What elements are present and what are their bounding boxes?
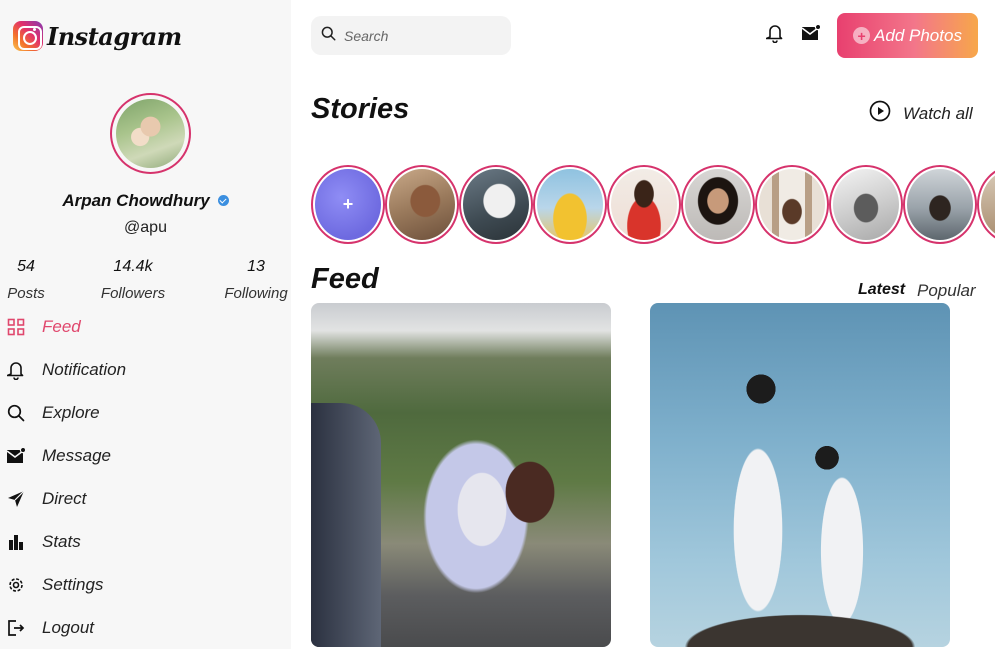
bell-icon: [6, 360, 26, 380]
stories-strip: +: [311, 165, 995, 244]
story-item[interactable]: [829, 165, 903, 244]
nav-item-label: Message: [42, 446, 111, 465]
play-circle-icon: [869, 100, 891, 127]
logout-icon: [6, 618, 26, 638]
nav-item-direct[interactable]: Direct: [6, 487, 86, 511]
post-image-detail: [311, 403, 381, 647]
send-icon: [6, 489, 26, 509]
messages-button[interactable]: [800, 23, 822, 47]
nav-item-feed[interactable]: Feed: [6, 315, 81, 339]
instagram-logo-icon: [13, 21, 43, 51]
story-thumbnail: [611, 169, 677, 240]
search-icon: [6, 403, 26, 423]
profile-handle: @apu: [124, 219, 167, 236]
nav-item-label: Feed: [42, 317, 81, 336]
nav-item-label: Explore: [42, 403, 100, 422]
story-thumbnail: [907, 169, 973, 240]
story-item[interactable]: [533, 165, 607, 244]
story-thumbnail: [981, 169, 995, 240]
story-item[interactable]: [607, 165, 681, 244]
stat-following[interactable]: 13 Following: [219, 258, 293, 302]
story-item[interactable]: [903, 165, 977, 244]
mail-icon: [801, 23, 822, 47]
nav-item-settings[interactable]: Settings: [6, 573, 103, 597]
search-icon: [321, 26, 336, 46]
add-photos-button[interactable]: + Add Photos: [837, 13, 978, 58]
stat-posts: 54 Posts: [5, 258, 47, 302]
sidebar: Instagram Arpan Chowdhury @apu 54 Posts …: [0, 0, 291, 649]
feed-post[interactable]: [650, 303, 950, 647]
nav-item-explore[interactable]: Explore: [6, 401, 100, 425]
watch-all-label: Watch all: [903, 103, 973, 123]
story-thumbnail: [537, 169, 603, 240]
story-item[interactable]: [385, 165, 459, 244]
nav-item-label: Notification: [42, 360, 127, 379]
nav-item-stats[interactable]: Stats: [6, 530, 81, 554]
avatar: [116, 99, 185, 168]
notifications-button[interactable]: [764, 24, 786, 46]
story-thumbnail: [833, 169, 899, 240]
story-thumbnail: [759, 169, 825, 240]
add-story-thumb: +: [315, 169, 381, 240]
profile-avatar-ring[interactable]: [110, 93, 191, 174]
add-story-button[interactable]: +: [311, 165, 385, 244]
story-thumbnail: [389, 169, 455, 240]
stat-followers-value: 14.4k: [113, 258, 153, 275]
feed-post[interactable]: [311, 303, 611, 647]
watch-all-button[interactable]: Watch all: [869, 100, 973, 127]
search-input[interactable]: [344, 27, 494, 44]
stat-followers-label: Followers: [100, 285, 166, 302]
nav-item-label: Logout: [42, 618, 94, 637]
stat-posts-label: Posts: [7, 285, 45, 302]
tab-popular[interactable]: Popular: [917, 281, 976, 301]
story-thumbnail: [463, 169, 529, 240]
add-photos-label: Add Photos: [874, 25, 962, 45]
plus-icon: +: [853, 27, 871, 44]
gear-icon: [6, 575, 26, 595]
stat-following-value: 13: [247, 258, 265, 275]
profile-name: Arpan Chowdhury: [62, 191, 210, 210]
bar-chart-icon: [6, 532, 26, 552]
nav-item-label: Settings: [42, 575, 104, 594]
stat-following-label: Following: [224, 285, 288, 302]
nav-item-label: Stats: [42, 532, 81, 551]
feed-title: Feed: [311, 263, 379, 295]
tab-latest[interactable]: Latest: [858, 281, 905, 299]
mail-icon: [6, 446, 26, 466]
stat-posts-value: 54: [17, 258, 35, 275]
verified-badge-icon: [217, 195, 229, 207]
nav-item-notification[interactable]: Notification: [6, 358, 126, 382]
story-item[interactable]: [977, 165, 995, 244]
nav-item-label: Direct: [42, 489, 87, 508]
add-story-plus: +: [342, 194, 354, 214]
search-bar[interactable]: [311, 16, 511, 55]
stat-followers[interactable]: 14.4k Followers: [97, 258, 169, 302]
logo-text: Instagram: [47, 21, 182, 51]
story-item[interactable]: [755, 165, 829, 244]
nav-item-message[interactable]: Message: [6, 444, 111, 468]
bell-icon: [765, 23, 784, 48]
story-item[interactable]: [459, 165, 533, 244]
logo[interactable]: Instagram: [13, 21, 182, 51]
grid-icon: [6, 317, 26, 337]
story-thumbnail: [685, 169, 751, 240]
profile-name-row: Arpan Chowdhury: [0, 191, 291, 211]
story-item[interactable]: [681, 165, 755, 244]
stories-title: Stories: [311, 93, 410, 125]
nav-item-logout[interactable]: Logout: [6, 616, 94, 640]
